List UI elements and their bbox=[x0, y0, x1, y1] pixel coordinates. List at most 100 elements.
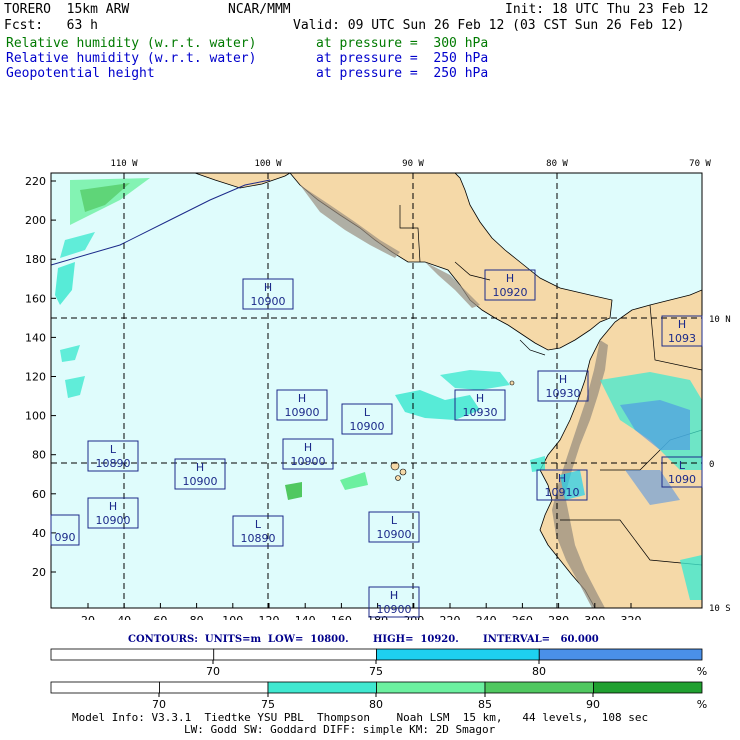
model-info-line2: LW: Godd SW: Goddard DIFF: simple KM: 2D… bbox=[184, 723, 496, 736]
field-3-name: Geopotential height bbox=[6, 66, 155, 81]
y-tick-label: 200 bbox=[25, 214, 46, 227]
colorbar-250hpa: 70 75 80% bbox=[50, 648, 707, 677]
x-tick-label: 100 bbox=[222, 614, 243, 620]
colorbar-segment bbox=[484, 681, 594, 694]
model-name: TORERO 15km ARW bbox=[4, 2, 130, 17]
center-type: H bbox=[390, 589, 398, 602]
colorbar-segment bbox=[213, 648, 377, 661]
longitude-label: 100 W bbox=[254, 159, 282, 169]
x-tick-label: 260 bbox=[512, 614, 533, 620]
colorbar-label: 70 bbox=[152, 698, 166, 710]
center-value: 1090 bbox=[668, 473, 696, 486]
center-type: L bbox=[364, 406, 371, 419]
field-3-level: at pressure = 250 hPa bbox=[316, 66, 489, 81]
x-tick-label: 220 bbox=[440, 614, 461, 620]
center-type: H bbox=[506, 272, 514, 285]
center-value: 10900 bbox=[377, 528, 412, 541]
latitude-label: 0 bbox=[709, 460, 714, 470]
longitude-label: 90 W bbox=[402, 159, 424, 169]
center-value: 10900 bbox=[96, 514, 131, 527]
center-type: H bbox=[264, 281, 272, 294]
y-tick-label: 220 bbox=[25, 175, 46, 188]
center-value: 10900 bbox=[183, 475, 218, 488]
colorbar-300hpa: 70 75 80 85 90% bbox=[50, 681, 707, 710]
organization: NCAR/MMM bbox=[228, 2, 291, 17]
center-value: 1093 bbox=[668, 332, 696, 345]
x-tick-label: 120 bbox=[259, 614, 280, 620]
forecast-hour: Fcst: 63 h bbox=[4, 18, 98, 33]
center-type: L bbox=[110, 443, 117, 456]
center-type: H bbox=[558, 472, 566, 485]
x-tick-label: 300 bbox=[584, 614, 605, 620]
center-value: 10900 bbox=[350, 420, 385, 433]
y-tick-label: 20 bbox=[32, 566, 46, 579]
center-value: 10930 bbox=[546, 387, 581, 400]
longitude-label: 70 W bbox=[689, 159, 711, 169]
center-value: 10930 bbox=[463, 406, 498, 419]
center-value: 10900 bbox=[291, 455, 326, 468]
colorbar-label: % bbox=[697, 665, 707, 677]
y-tick-label: 60 bbox=[32, 488, 46, 501]
colorbar-segment bbox=[159, 681, 269, 694]
latitude-labels: 10 N 0 10 S bbox=[709, 315, 731, 614]
weather-map[interactable]: 2040608010012014016018020022024026028030… bbox=[0, 150, 740, 620]
colorbar-segment bbox=[267, 681, 377, 694]
init-time: Init: 18 UTC Thu 23 Feb 12 bbox=[505, 2, 709, 17]
center-type: L bbox=[391, 514, 398, 527]
field-2-level: at pressure = 250 hPa bbox=[316, 51, 489, 66]
colorbar-segment bbox=[376, 648, 540, 661]
field-1-level: at pressure = 300 hPa bbox=[316, 36, 489, 51]
colorbar-label: 85 bbox=[478, 698, 492, 710]
contours-info: CONTOURS: UNITS=m LOW= 10800. HIGH= 1092… bbox=[128, 634, 599, 645]
x-tick-label: 160 bbox=[331, 614, 352, 620]
x-tick-label: 140 bbox=[295, 614, 316, 620]
center-value: 10900 bbox=[251, 295, 286, 308]
center-type: H bbox=[109, 500, 117, 513]
longitude-label: 110 W bbox=[110, 159, 138, 169]
colorbar-label: % bbox=[697, 698, 707, 710]
y-tick-label: 180 bbox=[25, 253, 46, 266]
center-type: H bbox=[196, 461, 204, 474]
center-value: 10920 bbox=[493, 286, 528, 299]
center-type: H bbox=[559, 373, 567, 386]
x-tick-label: 80 bbox=[190, 614, 204, 620]
longitude-label: 80 W bbox=[546, 159, 568, 169]
center-type: H bbox=[476, 392, 484, 405]
latitude-label: 10 N bbox=[709, 315, 731, 325]
y-tick-label: 40 bbox=[32, 527, 46, 540]
colorbar-label: 75 bbox=[261, 698, 275, 710]
colorbar-segment bbox=[593, 681, 703, 694]
center-value: 10900 bbox=[285, 406, 320, 419]
center-value: 090 bbox=[55, 531, 76, 544]
center-value: 10890 bbox=[96, 457, 131, 470]
field-1-name: Relative humidity (w.r.t. water) bbox=[6, 36, 257, 51]
center-type: H bbox=[304, 441, 312, 454]
x-tick-label: 20 bbox=[81, 614, 95, 620]
latitude-label: 10 S bbox=[709, 604, 731, 614]
x-tick-label: 40 bbox=[117, 614, 131, 620]
longitude-labels: 110 W 100 W 90 W 80 W 70 W bbox=[110, 159, 711, 169]
y-tick-label: 140 bbox=[25, 331, 46, 344]
colorbar-segment bbox=[376, 681, 486, 694]
center-value: 10910 bbox=[545, 486, 580, 499]
x-tick-label: 60 bbox=[153, 614, 167, 620]
colorbar-label: 75 bbox=[369, 665, 383, 677]
center-type: H bbox=[298, 392, 306, 405]
colorbar-segment bbox=[538, 648, 703, 661]
colorbar-label: 80 bbox=[369, 698, 383, 710]
colorbar-segment bbox=[50, 681, 160, 694]
cocos-island bbox=[509, 380, 515, 386]
x-tick-label: 240 bbox=[476, 614, 497, 620]
valid-time: Valid: 09 UTC Sun 26 Feb 12 (03 CST Sun … bbox=[293, 18, 685, 33]
center-type: H bbox=[678, 318, 686, 331]
colorbar-label: 70 bbox=[206, 665, 220, 677]
center-value: 10890 bbox=[241, 532, 276, 545]
colorbar-label: 80 bbox=[532, 665, 546, 677]
x-tick-label: 280 bbox=[548, 614, 569, 620]
center-type: L bbox=[679, 459, 686, 472]
y-tick-label: 120 bbox=[25, 371, 46, 384]
field-2-name: Relative humidity (w.r.t. water) bbox=[6, 51, 257, 66]
y-tick-label: 80 bbox=[32, 449, 46, 462]
center-value: 10900 bbox=[377, 603, 412, 616]
colorbar-label: 90 bbox=[586, 698, 600, 710]
